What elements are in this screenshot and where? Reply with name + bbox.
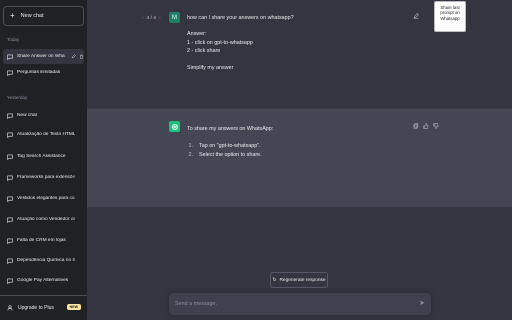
sidebar-chat-item[interactable]: New chat xyxy=(3,108,84,123)
sidebar-chat-item[interactable]: Dependência Química no Brasil xyxy=(3,253,84,268)
chat-main: ‹ 4 / 4 › M how can I share your answers… xyxy=(87,0,512,320)
message-icon xyxy=(7,154,13,160)
share-whatsapp-tooltip[interactable]: Share last prompt on Whatsapp xyxy=(434,1,466,32)
new-badge: NEW xyxy=(66,304,81,310)
message-icon xyxy=(7,278,13,284)
sidebar-chat-label: Atualização de Texto HTML xyxy=(17,132,75,137)
plus-icon: + xyxy=(10,11,15,20)
message-icon xyxy=(7,217,13,223)
sidebar-chat-item[interactable]: Tag Search Assistance xyxy=(3,149,84,164)
sidebar-chat-label: Dependência Química no Brasil xyxy=(17,258,75,263)
assistant-message: To share my answers on WhatsApp: 1. Tap o… xyxy=(187,125,407,159)
sidebar-chat-item[interactable]: Google Pay Alternatives xyxy=(3,273,84,288)
pager-text: 4 / 4 xyxy=(146,16,156,21)
copy-icon[interactable] xyxy=(413,123,419,129)
sidebar-chat-item[interactable]: Vestidos elegantes para casa xyxy=(3,191,84,206)
upgrade-to-plus-button[interactable]: Upgrade to Plus NEW xyxy=(3,300,84,316)
sidebar-chat-item[interactable]: Atualização de Texto HTML xyxy=(3,127,84,142)
user-message-line: 1 - click on gpt-to-whatsapp xyxy=(187,39,253,46)
regenerate-label: Regenerate response xyxy=(279,277,326,283)
message-icon xyxy=(7,238,13,244)
new-chat-label: New chat xyxy=(20,13,44,19)
chatgpt-logo-icon xyxy=(169,121,180,132)
section-label-yesterday: Yesterday xyxy=(7,95,28,100)
sidebar-footer: Upgrade to Plus NEW xyxy=(0,295,87,320)
message-icon xyxy=(7,196,13,202)
message-icon xyxy=(7,54,13,60)
sidebar-chat-label: Atuação como Vendedor de R xyxy=(17,217,75,222)
assistant-steps: 1. Tap on "gpt-to-whatsapp". 2. Select the… xyxy=(187,142,407,159)
user-message-row: ‹ 4 / 4 › M how can I share your answers… xyxy=(87,0,512,108)
sidebar-chat-label: Google Pay Alternatives xyxy=(17,278,69,283)
new-chat-button[interactable]: + New chat xyxy=(3,6,84,26)
sidebar-chat-label: Tag Search Assistance xyxy=(17,154,66,159)
sidebar-chat-label: Frameworks para extensões xyxy=(17,175,75,180)
message-input[interactable] xyxy=(175,298,405,310)
assistant-intro: To share my answers on WhatsApp: xyxy=(187,126,274,132)
list-item: 1. Tap on "gpt-to-whatsapp". xyxy=(188,143,261,150)
message-icon xyxy=(7,258,13,264)
user-message: how can I share your answers on whatsapp… xyxy=(187,14,407,72)
assistant-actions xyxy=(413,123,439,129)
sidebar: + New chat Today Share Answer on Whatsa … xyxy=(0,0,87,320)
regenerate-response-button[interactable]: ↻ Regenerate response xyxy=(270,272,328,288)
edit-message-icon[interactable] xyxy=(413,13,419,21)
upgrade-label: Upgrade to Plus xyxy=(18,305,54,311)
user-message-line: Simplify my answer xyxy=(187,64,234,71)
sidebar-chat-item[interactable]: Frameworks para extensões xyxy=(3,170,84,185)
sidebar-chat-label: New chat xyxy=(17,113,37,118)
sidebar-chat-item[interactable]: Falta de CRM em lojas xyxy=(3,233,84,248)
user-message-line: Answer: xyxy=(187,31,207,38)
message-icon xyxy=(7,175,13,181)
user-icon xyxy=(7,305,13,311)
user-message-line: how can I share your answers on whatsapp… xyxy=(187,15,294,21)
thumbs-down-icon[interactable] xyxy=(433,123,439,129)
sidebar-chat-label: Falta de CRM em lojas xyxy=(17,238,66,243)
list-item: 2. Select the option to share. xyxy=(188,151,262,158)
chevron-left-icon[interactable]: ‹ xyxy=(142,16,144,21)
sidebar-chat-item[interactable]: Share Answer on Whatsa xyxy=(3,49,84,64)
sidebar-chat-label: Share Answer on Whatsa xyxy=(17,54,65,59)
refresh-icon: ↻ xyxy=(272,277,277,283)
message-icon xyxy=(7,70,13,76)
message-pager: ‹ 4 / 4 › xyxy=(142,16,161,21)
sidebar-chat-label: Perguntas ilimitadas xyxy=(17,70,61,75)
sidebar-chat-item[interactable]: Perguntas ilimitadas xyxy=(3,65,84,80)
section-label-today: Today xyxy=(7,37,20,42)
user-message-line: 2 - click share xyxy=(187,48,221,55)
trash-icon[interactable] xyxy=(79,54,84,59)
edit-icon[interactable] xyxy=(71,54,76,59)
message-icon xyxy=(7,113,13,119)
chevron-right-icon[interactable]: › xyxy=(159,16,161,21)
thumbs-up-icon[interactable] xyxy=(423,123,429,129)
sidebar-chat-item[interactable]: Atuação como Vendedor de R xyxy=(3,212,84,227)
message-composer: ➤ xyxy=(169,293,431,315)
send-icon[interactable]: ➤ xyxy=(419,299,425,307)
assistant-message-row: To share my answers on WhatsApp: 1. Tap o… xyxy=(87,108,512,208)
sidebar-chat-label: Vestidos elegantes para casa xyxy=(17,196,75,201)
user-avatar: M xyxy=(169,12,180,23)
message-icon xyxy=(7,132,13,138)
